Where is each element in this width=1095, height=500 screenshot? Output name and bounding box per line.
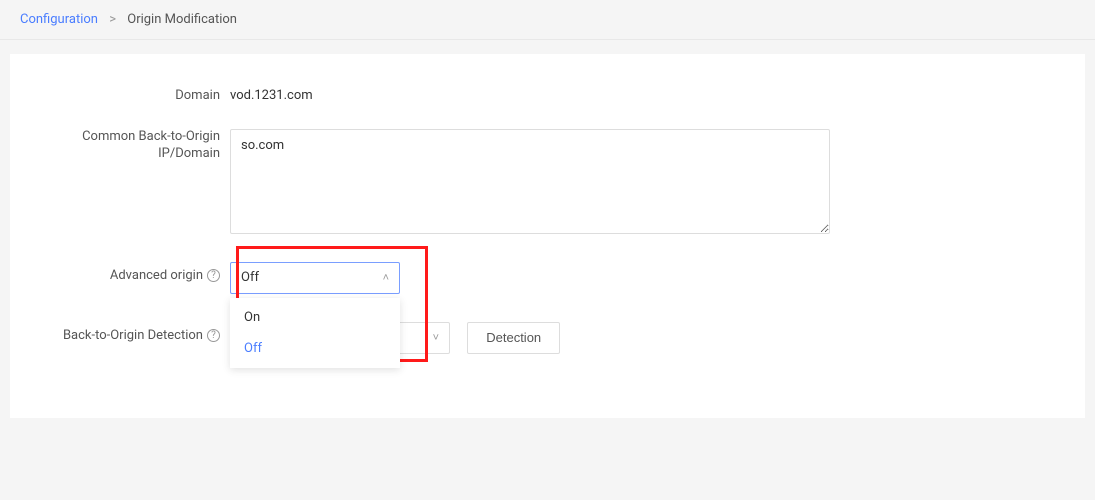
common-origin-textarea[interactable] xyxy=(230,129,830,234)
advanced-origin-select[interactable]: Off ˄ xyxy=(230,262,400,294)
breadcrumb-separator: > xyxy=(109,12,116,27)
dropdown-option-off[interactable]: Off xyxy=(230,333,400,364)
help-icon[interactable]: ? xyxy=(207,269,220,282)
label-detection-text: Back-to-Origin Detection xyxy=(63,328,203,343)
label-advanced-origin-text: Advanced origin xyxy=(110,268,203,283)
breadcrumb: Configuration > Origin Modification xyxy=(0,0,1095,40)
advanced-origin-select-wrap: Off ˄ On Off xyxy=(230,262,400,294)
label-domain: Domain xyxy=(30,82,230,105)
detection-button[interactable]: Detection xyxy=(467,322,560,354)
breadcrumb-parent-link[interactable]: Configuration xyxy=(20,12,98,27)
chevron-down-icon: ˅ xyxy=(433,331,439,344)
chevron-up-icon: ˄ xyxy=(383,271,389,284)
label-advanced-origin: Advanced origin? xyxy=(30,262,230,285)
label-detection: Back-to-Origin Detection? xyxy=(30,322,230,345)
help-icon[interactable]: ? xyxy=(207,329,220,342)
row-detection: Back-to-Origin Detection? ˅ Detection xyxy=(30,322,1065,354)
breadcrumb-current: Origin Modification xyxy=(127,12,237,27)
dropdown-option-on[interactable]: On xyxy=(230,302,400,333)
row-domain: Domain vod.1231.com xyxy=(30,82,1065,105)
advanced-origin-select-value: Off xyxy=(241,270,259,285)
label-common-origin: Common Back-to-Origin IP/Domain xyxy=(30,129,230,163)
advanced-origin-dropdown: On Off xyxy=(230,298,400,368)
form-panel: Domain vod.1231.com Common Back-to-Origi… xyxy=(10,54,1085,418)
value-domain: vod.1231.com xyxy=(230,82,1065,103)
row-common-origin: Common Back-to-Origin IP/Domain xyxy=(30,129,1065,238)
row-advanced-origin: Advanced origin? Off ˄ On Off xyxy=(30,262,1065,294)
